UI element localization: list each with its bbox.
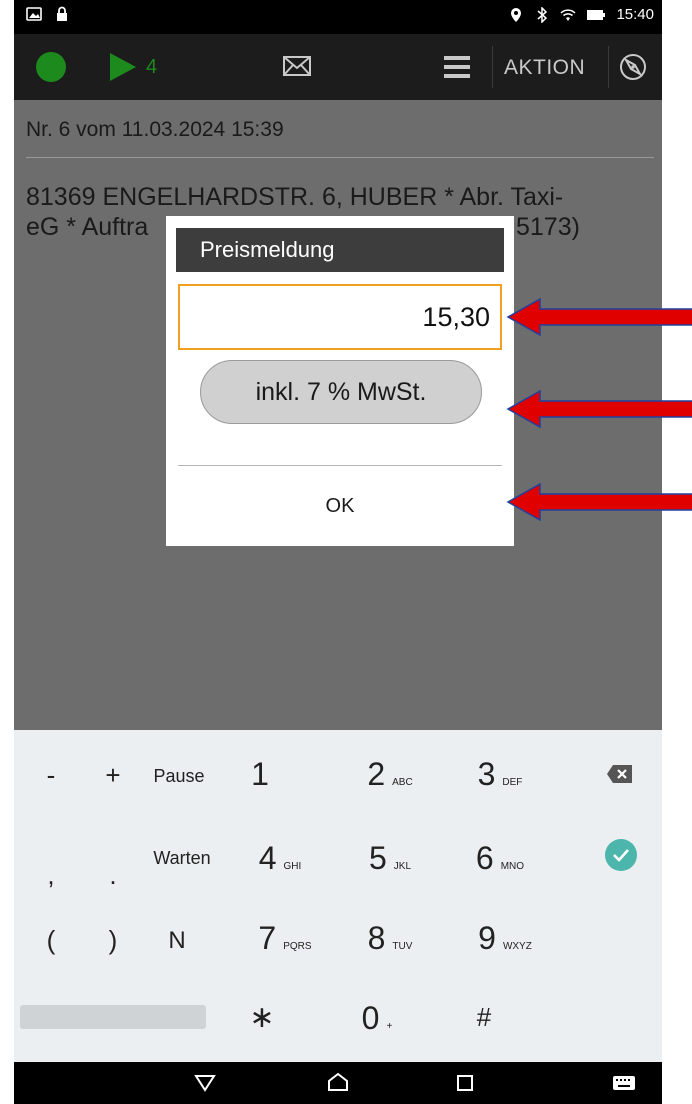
space-key[interactable] — [20, 1005, 206, 1029]
key-1[interactable]: 1 — [240, 756, 280, 793]
menu-icon[interactable] — [442, 54, 472, 80]
key-8[interactable]: 8 TUV — [350, 920, 430, 957]
mail-icon[interactable] — [282, 54, 312, 78]
app-screen: 15:40 4 AKTION Nr. 6 vom 11.03.2024 15:3… — [14, 0, 662, 1104]
keyboard-icon[interactable] — [612, 1075, 636, 1091]
home-icon[interactable] — [327, 1072, 349, 1092]
red-arrow-annotation-icon — [506, 297, 692, 337]
address-line-2-left: eG * Auftra — [26, 213, 149, 241]
lock-icon — [57, 6, 67, 21]
bluetooth-icon — [537, 6, 548, 23]
key-7[interactable]: 7 PQRS — [240, 920, 330, 957]
back-icon[interactable] — [194, 1074, 216, 1092]
red-arrow-annotation-icon — [506, 482, 692, 522]
key-2[interactable]: 2 ABC — [350, 756, 430, 793]
image-notification-icon — [26, 7, 42, 21]
done-check-icon[interactable] — [604, 838, 638, 872]
online-status-dot[interactable] — [36, 52, 66, 82]
ok-button[interactable]: OK — [178, 466, 502, 546]
header-divider — [26, 157, 654, 158]
key-3[interactable]: 3 DEF — [460, 756, 540, 793]
key-dot[interactable]: . — [98, 860, 128, 891]
key-star[interactable]: ∗ — [242, 1000, 282, 1035]
key-6[interactable]: 6 MNO — [460, 840, 540, 877]
order-header: Nr. 6 vom 11.03.2024 15:39 — [26, 118, 284, 141]
key-wait[interactable]: Warten — [144, 848, 220, 869]
address-line-1: 81369 ENGELHARDSTR. 6, HUBER * Abr. Taxi… — [26, 183, 564, 211]
key-plus[interactable]: + — [98, 760, 128, 791]
key-paren-open[interactable]: ( — [36, 925, 66, 956]
play-icon[interactable] — [110, 53, 136, 81]
action-bar-separator — [608, 46, 609, 88]
aktion-button[interactable]: AKTION — [504, 56, 585, 80]
dialog-title: Preismeldung — [176, 228, 504, 272]
vat-toggle-button[interactable]: inkl. 7 % MwSt. — [200, 360, 482, 424]
recent-apps-icon[interactable] — [456, 1074, 474, 1092]
navigation-bar — [14, 1062, 662, 1104]
numeric-keyboard: - + Pause 1 2 ABC 3 DEF , . Warten 4 GHI 5J… — [14, 730, 662, 1062]
key-4[interactable]: 4 GHI — [240, 840, 320, 877]
price-input[interactable]: 15,30 — [178, 284, 502, 350]
battery-icon — [587, 9, 606, 20]
action-bar-separator — [492, 46, 493, 88]
key-0[interactable]: 0 + — [352, 1000, 402, 1037]
red-arrow-annotation-icon — [506, 389, 692, 429]
status-time: 15:40 — [616, 6, 654, 23]
status-bar: 15:40 — [14, 0, 662, 34]
key-hash[interactable]: # — [464, 1002, 504, 1033]
order-count: 4 — [146, 56, 158, 78]
compass-icon[interactable] — [618, 52, 648, 82]
price-dialog: Preismeldung 15,30 inkl. 7 % MwSt. OK — [166, 216, 514, 546]
key-comma[interactable]: , — [36, 860, 66, 891]
action-bar: 4 AKTION — [14, 34, 662, 100]
backspace-icon[interactable] — [606, 764, 634, 784]
key-minus[interactable]: - — [36, 760, 66, 791]
wifi-icon — [560, 8, 576, 21]
key-pause[interactable]: Pause — [144, 766, 214, 787]
key-5[interactable]: 5 JKL — [350, 840, 430, 877]
key-paren-close[interactable]: ) — [98, 925, 128, 956]
key-n[interactable]: N — [162, 927, 192, 955]
key-9[interactable]: 9 WXYZ — [460, 920, 550, 957]
address-line-2-right: 5173) — [516, 213, 580, 241]
location-icon — [511, 7, 522, 22]
